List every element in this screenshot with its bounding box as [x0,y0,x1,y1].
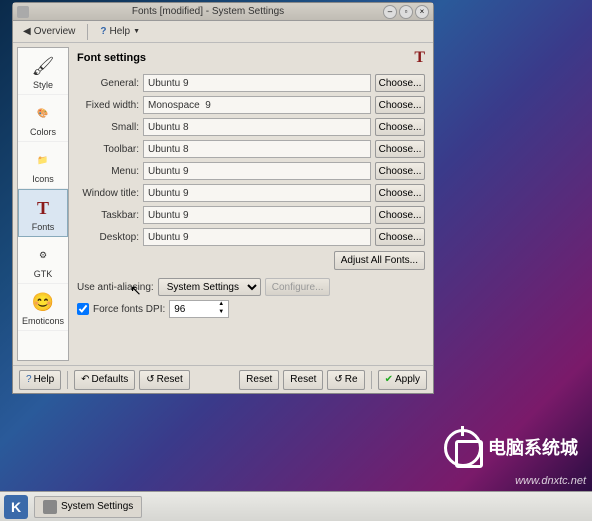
choose-taskbar-button[interactable]: Choose... [375,206,425,224]
reset-button-3[interactable]: Reset [283,370,323,390]
fixed-font-input[interactable] [143,96,371,114]
windowtitle-font-input[interactable] [143,184,371,202]
sidebar-item-fonts[interactable]: T Fonts [18,189,68,237]
close-button[interactable]: × [415,5,429,19]
sidebar-item-label: Icons [32,174,54,184]
sidebar-item-style[interactable]: 🖌 Style [18,48,68,95]
taskbar-item-settings[interactable]: System Settings [34,496,142,518]
reset-button-2[interactable]: Reset [239,370,279,390]
kmenu-button[interactable]: K [4,495,28,519]
dpi-down-button[interactable]: ▼ [214,309,228,317]
site-logo: 电脑系统城 [444,429,578,467]
taskbar: K System Settings [0,491,592,521]
choose-toolbar-button[interactable]: Choose... [375,140,425,158]
dpi-up-button[interactable]: ▲ [214,301,228,309]
taskbar-font-input[interactable] [143,206,371,224]
reset-button[interactable]: ↺Reset [139,370,190,390]
fonts-header-icon: T [414,49,425,67]
sidebar-item-emoticons[interactable]: 😊 Emoticons [18,284,68,331]
configure-aa-button[interactable]: Configure... [265,278,331,296]
minimize-button[interactable]: – [383,5,397,19]
sidebar-item-label: GTK [34,269,53,279]
force-dpi-label: Force fonts DPI: [93,304,165,315]
choose-fixed-button[interactable]: Choose... [375,96,425,114]
general-font-input[interactable] [143,74,371,92]
palette-icon: 🎨 [31,101,55,125]
footer-buttons: ?Help ↶Defaults ↺Reset Reset Reset ↺Re ✔… [13,365,433,393]
sidebar: 🖌 Style 🎨 Colors 📁 Icons T Fonts ⚙ GTK 😊 [17,47,69,361]
font-row-menu: Menu: Choose... [77,161,425,181]
reset-button-4[interactable]: ↺Re [327,370,364,390]
anti-aliasing-label: Use anti-aliasing: [77,282,154,293]
reset-icon: ↺ [334,374,342,385]
desktop-font-input[interactable] [143,228,371,246]
window-title: Fonts [modified] - System Settings [33,6,383,17]
choose-menu-button[interactable]: Choose... [375,162,425,180]
help-icon: ? [100,26,106,37]
menu-font-input[interactable] [143,162,371,180]
small-font-input[interactable] [143,118,371,136]
help-icon: ? [26,374,32,385]
toolbar-separator [87,24,88,40]
font-row-desktop: Desktop: Choose... [77,227,425,247]
back-icon: ◀ [23,26,31,37]
sidebar-item-gtk[interactable]: ⚙ GTK [18,237,68,284]
overview-button[interactable]: ◀ Overview [19,24,79,39]
font-row-general: General: Choose... [77,73,425,93]
font-row-fixed: Fixed width: Choose... [77,95,425,115]
sidebar-item-icons[interactable]: 📁 Icons [18,142,68,189]
sidebar-item-label: Emoticons [22,316,64,326]
settings-window: Fonts [modified] - System Settings – ▫ ×… [12,2,434,394]
choose-general-button[interactable]: Choose... [375,74,425,92]
undo-icon: ↶ [81,374,89,385]
sidebar-item-label: Colors [30,127,56,137]
watermark-url: www.dnxtc.net [515,475,586,487]
apply-button[interactable]: ✔Apply [378,370,427,390]
maximize-button[interactable]: ▫ [399,5,413,19]
reset-icon: ↺ [146,374,154,385]
main-panel: Font settings T General: Choose... Fixed… [71,43,433,365]
folder-icon: 📁 [31,148,55,172]
sidebar-item-colors[interactable]: 🎨 Colors [18,95,68,142]
defaults-button[interactable]: ↶Defaults [74,370,135,390]
brush-icon: 🖌 [31,54,55,78]
logo-circle-icon [444,429,482,467]
fonts-icon: T [31,196,55,220]
app-icon [43,500,57,514]
sidebar-item-label: Fonts [32,222,55,232]
section-title: Font settings [77,52,146,64]
check-icon: ✔ [385,374,393,385]
choose-windowtitle-button[interactable]: Choose... [375,184,425,202]
sidebar-item-label: Style [33,80,53,90]
force-dpi-checkbox[interactable] [77,303,89,315]
adjust-all-fonts-button[interactable]: Adjust All Fonts... [334,251,425,270]
chevron-down-icon: ▼ [133,28,140,35]
anti-aliasing-select[interactable]: System Settings [158,278,261,296]
gear-icon: ⚙ [31,243,55,267]
help-button[interactable]: ?Help [19,370,61,390]
window-icon [17,6,29,18]
font-row-taskbar: Taskbar: Choose... [77,205,425,225]
choose-desktop-button[interactable]: Choose... [375,228,425,246]
font-row-windowtitle: Window title: Choose... [77,183,425,203]
titlebar[interactable]: Fonts [modified] - System Settings – ▫ × [13,3,433,21]
font-row-toolbar: Toolbar: Choose... [77,139,425,159]
smiley-icon: 😊 [31,290,55,314]
toolbar-font-input[interactable] [143,140,371,158]
choose-small-button[interactable]: Choose... [375,118,425,136]
help-menu-button[interactable]: ? Help ▼ [96,24,144,39]
toolbar: ◀ Overview ? Help ▼ [13,21,433,43]
font-row-small: Small: Choose... [77,117,425,137]
dpi-value-input[interactable] [170,301,214,317]
dpi-spinbox[interactable]: ▲ ▼ [169,300,229,318]
